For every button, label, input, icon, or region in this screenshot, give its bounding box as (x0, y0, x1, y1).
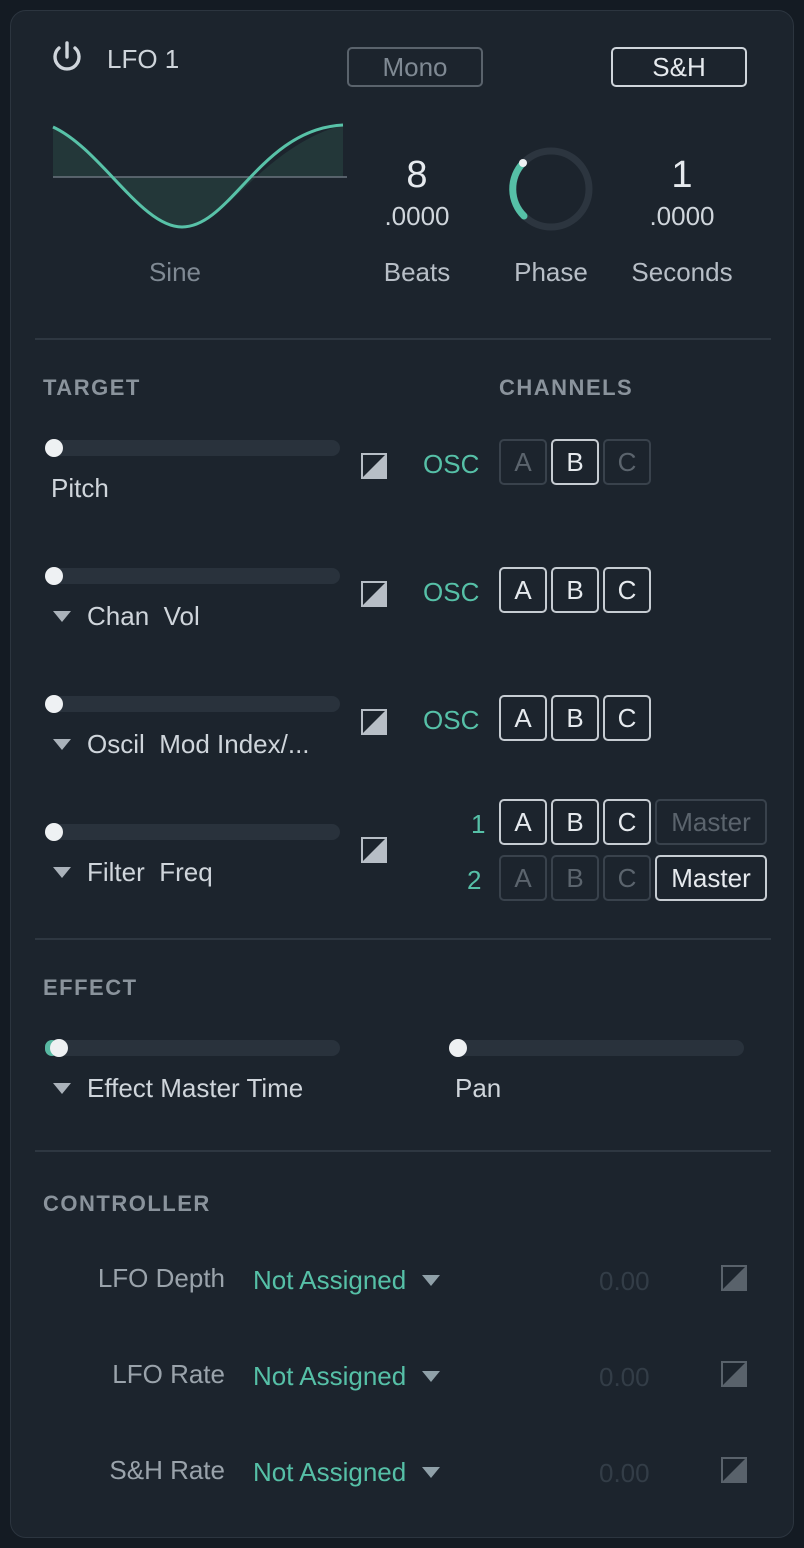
channel-a-button[interactable]: A (499, 439, 547, 485)
osc-label: OSC (423, 449, 480, 479)
slider-thumb[interactable] (50, 1039, 68, 1057)
osc-label: OSC (423, 577, 480, 607)
caret-down-icon (53, 866, 71, 878)
seconds-value-fraction[interactable]: .0000 (622, 201, 742, 232)
sample-hold-button[interactable]: S&H (611, 47, 747, 87)
effect-section-title: EFFECT (43, 975, 138, 1000)
caret-down-icon (422, 1370, 441, 1382)
channel-a-button[interactable]: A (499, 567, 547, 613)
filter-1-channel-c-button[interactable]: C (603, 799, 651, 845)
channels-section-title: CHANNELS (499, 375, 634, 400)
channel-c-button[interactable]: C (603, 695, 651, 741)
filter-1-master-button[interactable]: Master (655, 799, 767, 845)
target-label-pitch: Pitch (51, 473, 109, 503)
channel-b-button[interactable]: B (551, 567, 599, 613)
filter-2-master-button[interactable]: Master (655, 855, 767, 901)
filter-1-channel-b-button[interactable]: B (551, 799, 599, 845)
channel-b-button[interactable]: B (551, 439, 599, 485)
controller-label-sh-rate: S&H Rate (109, 1455, 225, 1485)
controller-dropdown-sh-rate[interactable]: Not Assigned (253, 1457, 441, 1488)
invert-icon[interactable] (361, 709, 387, 735)
controller-value: Not Assigned (253, 1265, 407, 1295)
pitch-slider[interactable] (45, 439, 340, 457)
controller-dropdown-lfo-rate[interactable]: Not Assigned (253, 1361, 441, 1392)
controller-value: Not Assigned (253, 1361, 407, 1391)
target-dropdown-filter-freq[interactable]: Filter Freq (53, 857, 213, 888)
controller-number[interactable]: 0.00 (599, 1458, 650, 1489)
filter-1-channel-a-button[interactable]: A (499, 799, 547, 845)
waveform-display[interactable] (51, 119, 349, 245)
filter-freq-slider[interactable] (45, 823, 340, 841)
target-dropdown-chan-vol[interactable]: Chan Vol (53, 601, 200, 632)
pan-label: Pan (455, 1073, 502, 1103)
controller-dropdown-lfo-depth[interactable]: Not Assigned (253, 1265, 441, 1296)
invert-icon[interactable] (361, 581, 387, 607)
chan-vol-slider[interactable] (45, 567, 340, 585)
invert-icon[interactable] (721, 1265, 747, 1291)
channel-c-button[interactable]: C (603, 439, 651, 485)
seconds-value-whole[interactable]: 1 (622, 154, 742, 197)
invert-icon[interactable] (361, 837, 387, 863)
caret-down-icon (53, 738, 71, 750)
effect-master-time-slider[interactable] (45, 1039, 340, 1057)
channel-c-button[interactable]: C (603, 567, 651, 613)
controller-label-lfo-depth: LFO Depth (97, 1263, 225, 1293)
invert-icon[interactable] (721, 1361, 747, 1387)
target-label-chan-vol: Chan Vol (87, 601, 200, 631)
filter-1-label: 1 (471, 809, 486, 839)
pan-slider[interactable] (449, 1039, 744, 1057)
lfo-panel: LFO 1 Mono S&H Sine 8 .0000 Beats Phase … (10, 10, 794, 1538)
target-label-oscil-mod-index: Oscil Mod Index/... (87, 729, 310, 759)
filter-2-label: 2 (467, 865, 482, 895)
slider-thumb[interactable] (45, 439, 63, 457)
divider (35, 338, 771, 340)
osc-label: OSC (423, 705, 480, 735)
caret-down-icon (53, 610, 71, 622)
target-section-title: TARGET (43, 375, 141, 400)
controller-label-lfo-rate: LFO Rate (112, 1359, 225, 1389)
power-icon[interactable] (49, 39, 85, 75)
slider-thumb[interactable] (45, 695, 63, 713)
filter-2-channel-a-button[interactable]: A (499, 855, 547, 901)
phase-label: Phase (514, 257, 588, 287)
controller-number[interactable]: 0.00 (599, 1266, 650, 1297)
effect-label: Effect Master Time (87, 1073, 304, 1103)
slider-thumb[interactable] (449, 1039, 467, 1057)
controller-number[interactable]: 0.00 (599, 1362, 650, 1393)
divider (35, 938, 771, 940)
divider (35, 1150, 771, 1152)
channel-b-button[interactable]: B (551, 695, 599, 741)
invert-icon[interactable] (361, 453, 387, 479)
phase-knob[interactable] (507, 145, 595, 233)
controller-value: Not Assigned (253, 1457, 407, 1487)
effect-dropdown[interactable]: Effect Master Time (53, 1073, 303, 1104)
invert-icon[interactable] (721, 1457, 747, 1483)
caret-down-icon (53, 1082, 71, 1094)
beats-label: Beats (383, 257, 451, 287)
filter-2-channel-c-button[interactable]: C (603, 855, 651, 901)
oscil-mod-index-slider[interactable] (45, 695, 340, 713)
caret-down-icon (422, 1274, 441, 1286)
waveform-label: Sine (148, 257, 202, 287)
seconds-label: Seconds (631, 257, 733, 287)
channel-a-button[interactable]: A (499, 695, 547, 741)
beats-value-fraction[interactable]: .0000 (357, 201, 477, 232)
beats-value-whole[interactable]: 8 (357, 154, 477, 197)
target-dropdown-oscil-mod-index[interactable]: Oscil Mod Index/... (53, 729, 310, 760)
caret-down-icon (422, 1466, 441, 1478)
slider-thumb[interactable] (45, 823, 63, 841)
filter-2-channel-b-button[interactable]: B (551, 855, 599, 901)
controller-section-title: CONTROLLER (43, 1191, 211, 1216)
lfo-title: LFO 1 (107, 44, 180, 74)
mono-button[interactable]: Mono (347, 47, 483, 87)
target-label-filter-freq: Filter Freq (87, 857, 213, 887)
slider-thumb[interactable] (45, 567, 63, 585)
